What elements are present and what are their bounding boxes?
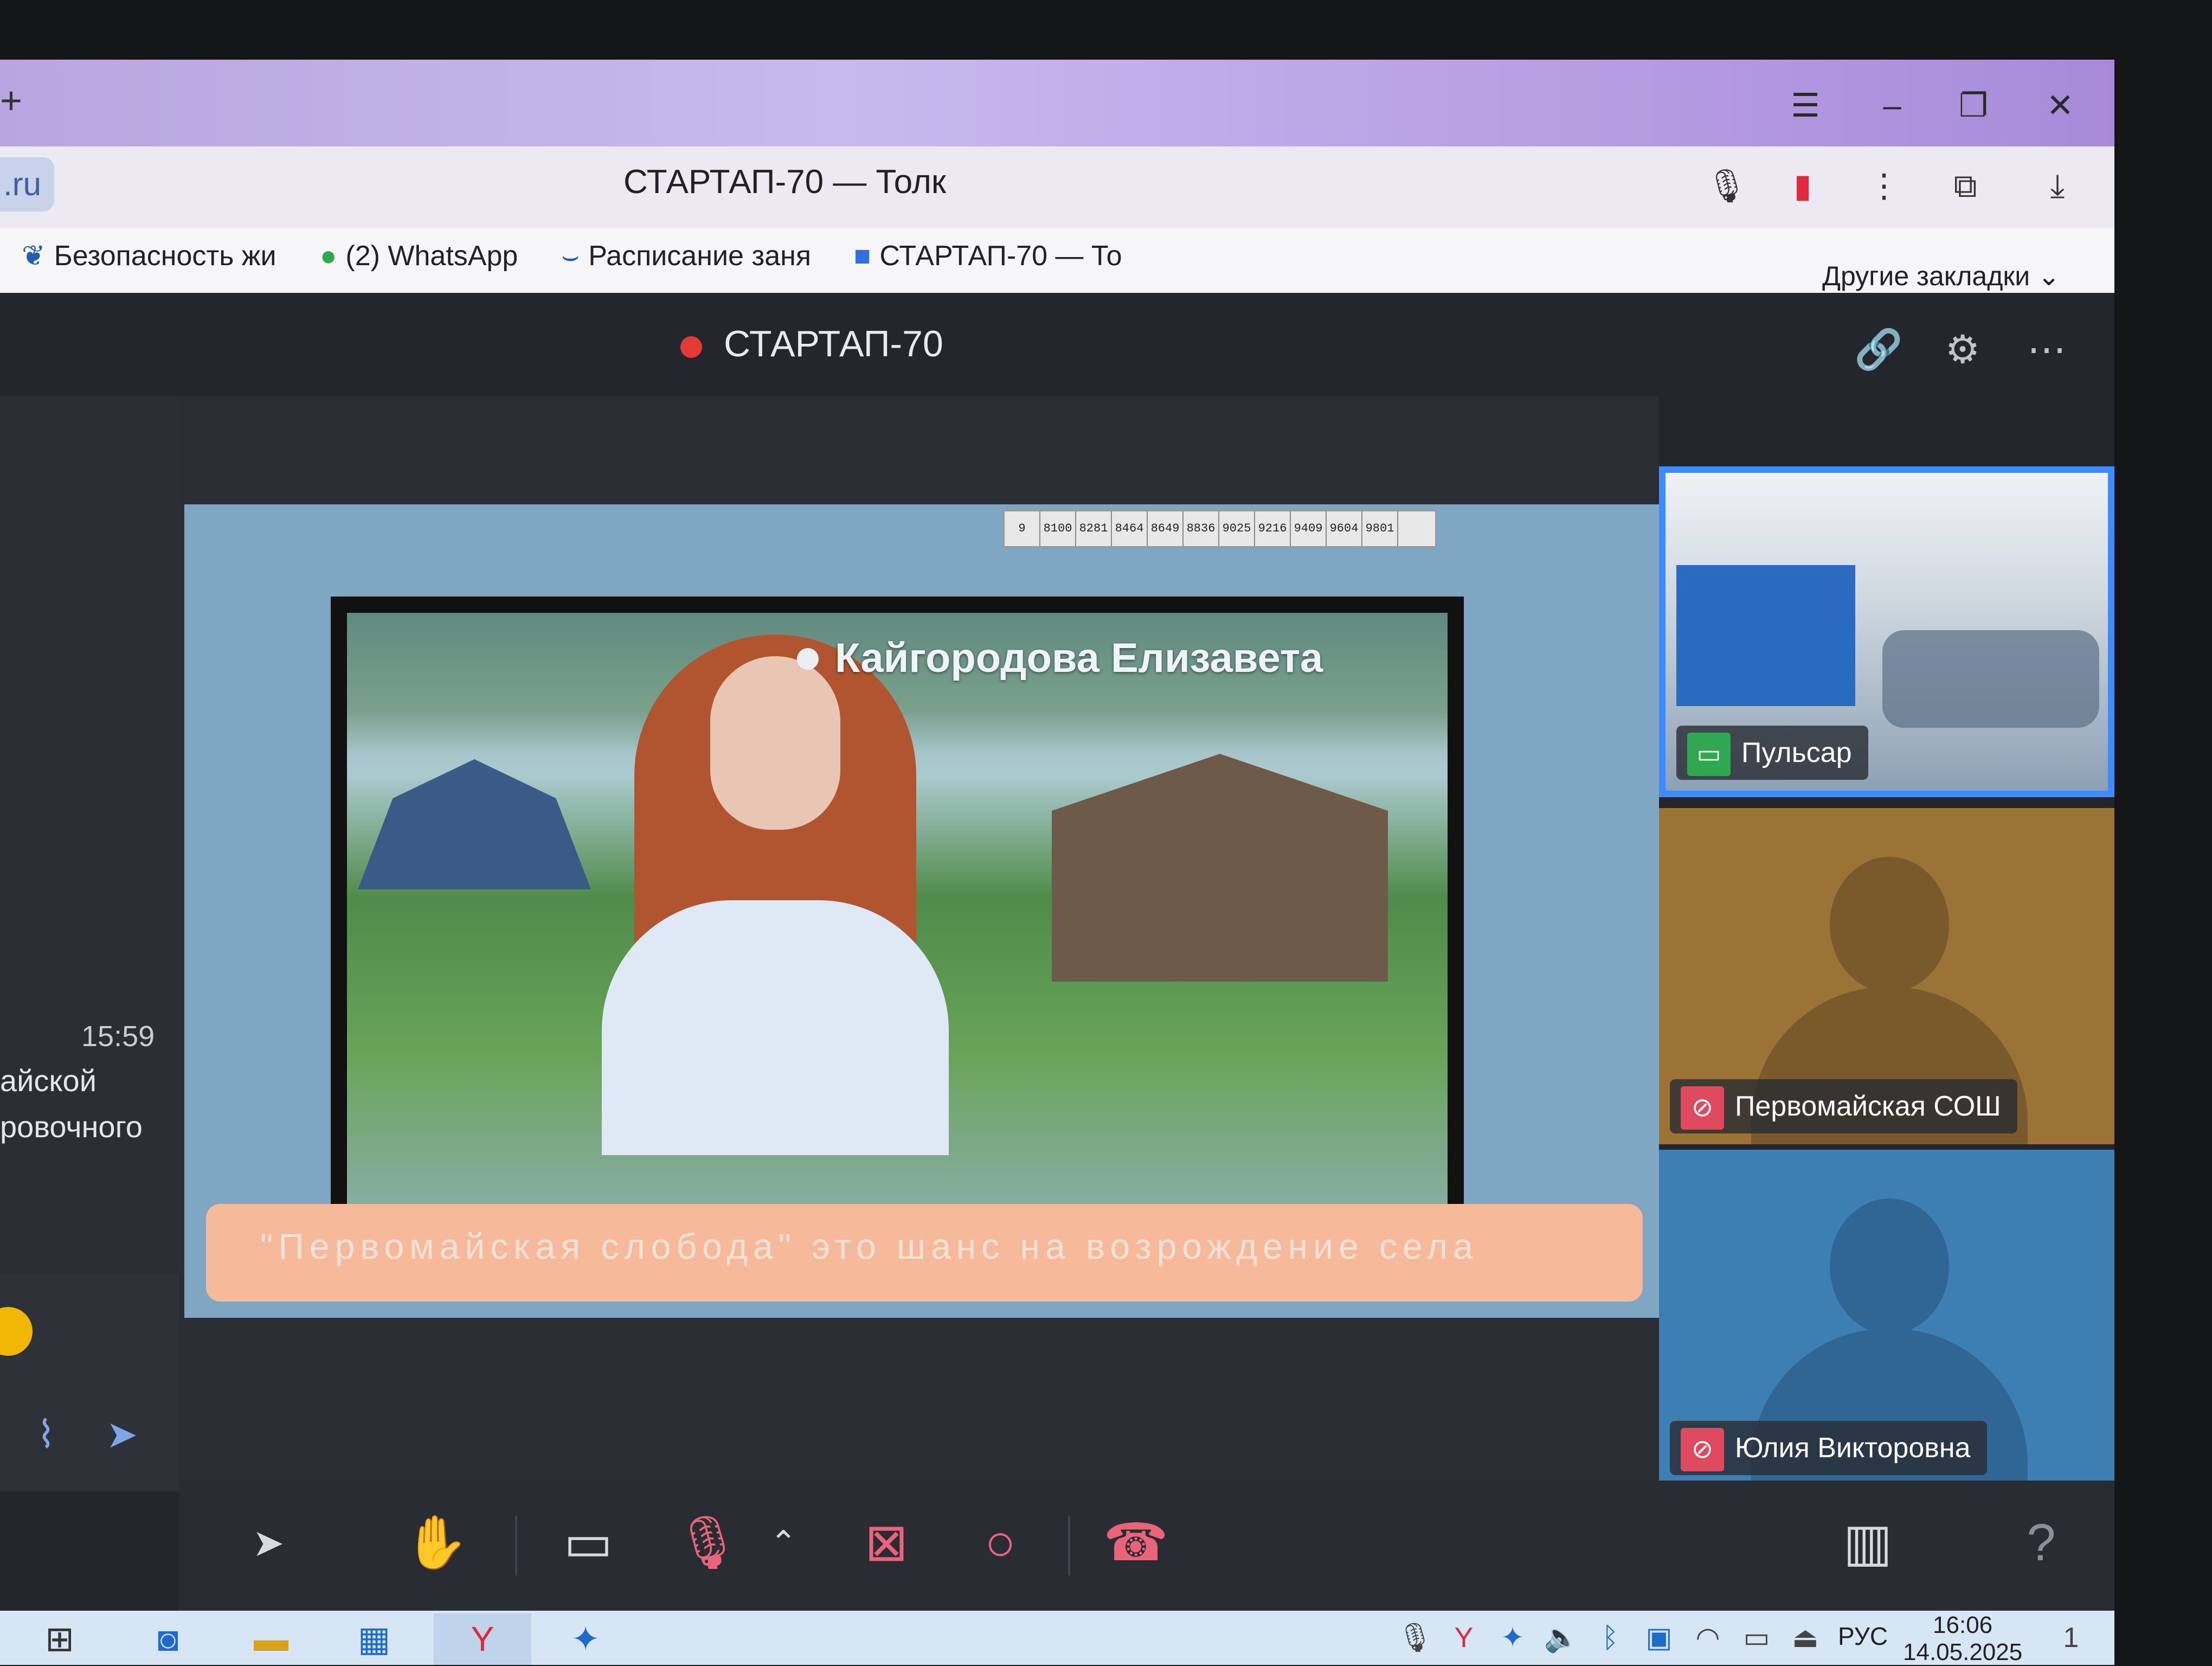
collections-icon[interactable]: ⧉ [1941, 162, 1990, 210]
meeting-header: СТАРТАП-70 🔗 ⚙ ⋯ [0, 293, 2114, 396]
gazebo [358, 759, 591, 889]
task-view-icon[interactable]: ⊞ [11, 1613, 108, 1665]
record-icon[interactable]: ○ [965, 1508, 1036, 1578]
call-toolbar: ➤ ✋ ▭ 🎙 ⌃ ⊠ ○ ☎ ▥ ? [179, 1481, 2114, 1611]
system-clock[interactable]: 16:06 14.05.2025 [1903, 1612, 2022, 1665]
link-icon[interactable]: 🔗 [1849, 320, 1908, 380]
store-icon[interactable]: ▦ [325, 1613, 423, 1665]
caption-text: "Первомайская слобода" это шанс на возро… [260, 1226, 1478, 1266]
bookmark-item[interactable]: ● (2) WhatsApp [320, 240, 548, 283]
microphone-icon[interactable]: 🎙 [1393, 1616, 1437, 1659]
close-icon[interactable]: ✕ [2028, 81, 2093, 130]
mic-muted-icon[interactable]: 🎙 [672, 1508, 743, 1578]
bookmark-item[interactable]: ❦ Безопасность жи [22, 240, 304, 283]
calendar-icon: ⌣ [561, 240, 580, 272]
participant-label: ⊘ Первомайская СОШ [1670, 1079, 2017, 1133]
more-vertical-icon[interactable]: ⋮ [1860, 162, 1908, 210]
os-taskbar: ⊞ ◙ ▬ ▦ Y ✦ 🎙 Y ✦ 🔈 ᛒ ▣ ◠ ▭ ⏏ РУС 16:06 … [0, 1611, 2114, 1665]
message-text: айской [0, 1063, 97, 1098]
microphone-icon[interactable]: 🎙 [1702, 162, 1751, 210]
avatar [1830, 857, 1949, 992]
bluetooth-icon[interactable]: ᛒ [1589, 1616, 1632, 1659]
whatsapp-icon: ● [320, 240, 337, 272]
notification-count: 1 [2063, 1622, 2079, 1654]
download-icon[interactable]: ⤓ [2033, 162, 2082, 210]
end-call-icon[interactable]: ☎ [1101, 1508, 1171, 1578]
main-video-stage: 9 8100 8281 8464 8649 8836 9025 9216 9409 9604 980… [179, 396, 1659, 1481]
log-house [1052, 754, 1388, 982]
recording-indicator-icon [680, 336, 702, 358]
app-icon[interactable]: ✦ [537, 1613, 634, 1665]
outlook-icon[interactable]: ◙ [119, 1613, 217, 1665]
chevron-up-icon[interactable]: ⌃ [748, 1508, 819, 1578]
avatar [1830, 1199, 1949, 1334]
mic-muted-icon: ⊘ [1681, 1428, 1724, 1472]
camera-icon: ■ [854, 240, 871, 272]
dot-icon [797, 648, 819, 670]
chevron-down-icon: ⌄ [2037, 261, 2060, 291]
layout-icon[interactable]: ▥ [1832, 1508, 1903, 1578]
restore-icon[interactable]: ❐ [1941, 81, 2006, 130]
chat-panel: 15:59 айской ровочного ⌇ ➤ [0, 396, 179, 1491]
wifi-icon[interactable]: ◠ [1686, 1616, 1729, 1659]
message-text: ровочного [0, 1110, 143, 1144]
plus-icon[interactable]: + [0, 76, 33, 125]
other-bookmarks[interactable]: Другие закладки ⌄ [1822, 260, 2060, 292]
bookmark-item[interactable]: ■ СТАРТАП-70 — То [854, 240, 1125, 283]
language-indicator[interactable]: РУС [1838, 1622, 1888, 1651]
shield-icon: ❦ [22, 240, 46, 272]
participant-tile[interactable]: ⊘ Юлия Викторовна [1659, 1150, 2114, 1486]
room-audience [1882, 630, 2099, 728]
notification-icon[interactable]: 1 [2049, 1616, 2093, 1659]
address-bar: .ru СТАРТАП-70 — Толк 🎙 ▮ ⋮ ⧉ ⤓ [0, 146, 2114, 228]
bookmarks-bar: ❦ Безопасность жи ● (2) WhatsApp ⌣ Расписан… [0, 228, 2114, 293]
minimize-icon[interactable]: – [1860, 81, 1925, 130]
help-icon[interactable]: ? [2006, 1508, 2076, 1578]
participant-tile[interactable]: ▭ Пульсар [1659, 466, 2114, 797]
caption-banner: "Первомайская слобода" это шанс на возро… [206, 1204, 1643, 1302]
participant-tiles: ▭ Пульсар ⊘ Первомайская СОШ ⊘ Юлия Викторо… [1659, 396, 2114, 1486]
speaker-name: Кайгородова Елизавета [835, 635, 1323, 681]
bookmark-icon[interactable]: ▮ [1778, 162, 1827, 210]
more-horizontal-icon[interactable]: ⋯ [2017, 320, 2076, 380]
folder-icon[interactable]: ▬ [222, 1613, 320, 1665]
usb-icon[interactable]: ⏏ [1784, 1616, 1827, 1659]
mic-muted-icon: ⊘ [1681, 1086, 1724, 1130]
screen-share-icon: ▭ [1687, 733, 1731, 777]
app-icon[interactable]: ▣ [1637, 1616, 1681, 1659]
url-field[interactable]: .ru [0, 157, 54, 212]
menu-icon[interactable]: ☰ [1773, 81, 1838, 130]
cursor-icon: ➤ [252, 1522, 285, 1564]
page-title: СТАРТАП-70 — Толк [623, 163, 946, 201]
bookmark-item[interactable]: ⌣ Расписание заня [561, 240, 832, 283]
participant-label: ▭ Пульсар [1676, 726, 1868, 780]
participant-tile[interactable]: ⊘ Первомайская СОШ [1659, 808, 2114, 1144]
speaker-video[interactable]: 9 8100 8281 8464 8649 8836 9025 9216 9409 9604 980… [184, 504, 1659, 1318]
gear-icon[interactable]: ⚙ [1933, 320, 1992, 380]
app-icon[interactable]: ✦ [1491, 1616, 1534, 1659]
battery-icon[interactable]: ▭ [1735, 1616, 1778, 1659]
screen: + ☰ – ❐ ✕ .ru СТАРТАП-70 — Толк 🎙 ▮ ⋮ ⧉ … [0, 60, 2114, 1665]
camera-off-icon[interactable]: ⊠ [851, 1508, 922, 1578]
wall-number-chart: 9 8100 8281 8464 8649 8836 9025 9216 9409 9604 980… [1003, 510, 1437, 548]
room-display [1676, 565, 1855, 706]
meeting-title: СТАРТАП-70 [724, 323, 943, 364]
chat-input-area[interactable] [0, 1274, 179, 1491]
yandex-icon[interactable]: Y [1442, 1616, 1486, 1659]
send-icon[interactable]: ➤ [98, 1410, 146, 1459]
participant-label: ⊘ Юлия Викторовна [1670, 1421, 1987, 1475]
message-time: 15:59 [81, 1020, 155, 1053]
screen-share-icon[interactable]: ▭ [553, 1508, 623, 1578]
volume-icon[interactable]: 🔈 [1540, 1616, 1583, 1659]
paperclip-icon[interactable]: ⌇ [22, 1410, 70, 1459]
yandex-browser-icon[interactable]: Y [434, 1613, 531, 1665]
raise-hand-icon[interactable]: ✋ [401, 1508, 472, 1578]
browser-tab-bar: + ☰ – ❐ ✕ [0, 60, 2114, 146]
